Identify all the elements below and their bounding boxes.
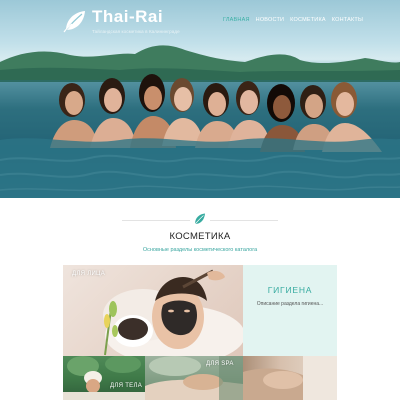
massage-image: [243, 356, 337, 400]
leaf-icon: [63, 11, 85, 33]
category-tile-hygiene[interactable]: ГИГИЕНА Описание раздела гигиена...: [243, 265, 337, 356]
section-subtitle: Основные разделы косметического каталога: [142, 247, 258, 253]
leaf-icon: [194, 213, 205, 225]
nav-item-contacts[interactable]: Контакты: [332, 17, 363, 23]
logo[interactable]: Thai-Rai Тайландская косметика в Калинин…: [62, 8, 180, 35]
nav-item-home[interactable]: Главная: [223, 17, 250, 23]
section-title: КОСМЕТИКА: [169, 231, 231, 242]
face-mask-image: [103, 269, 243, 356]
category-tile-spa[interactable]: ДЛЯ SPA: [145, 356, 243, 400]
category-tile-face[interactable]: ДЛЯ ЛИЦА: [63, 265, 243, 356]
category-title-hygiene: ГИГИЕНА: [267, 285, 313, 295]
site-header: Thai-Rai Тайландская косметика в Калинин…: [0, 0, 400, 44]
category-label-spa: ДЛЯ SPA: [206, 361, 234, 367]
logo-tagline: Тайландская косметика в Калининграде: [92, 29, 180, 34]
category-label-face: ДЛЯ ЛИЦА: [72, 271, 106, 277]
hero-banner: Thai-Rai Тайландская косметика в Калинин…: [0, 0, 400, 198]
main-nav: Главная Новости Косметика Контакты: [223, 17, 363, 23]
divider-right: [210, 220, 278, 221]
section-header: КОСМЕТИКА Основные разделы косметическог…: [0, 208, 400, 256]
divider-left: [122, 220, 190, 221]
category-tile-massage[interactable]: [243, 356, 337, 400]
category-grid: ДЛЯ ЛИЦА ГИГИЕНА Описание раздела гигиен…: [63, 265, 337, 400]
logo-title: Thai-Rai: [92, 7, 164, 26]
body-image: [63, 356, 145, 400]
category-tile-body[interactable]: ДЛЯ ТЕЛА: [63, 356, 145, 400]
nav-item-cosmetics[interactable]: Косметика: [290, 17, 326, 23]
category-label-body: ДЛЯ ТЕЛА: [110, 383, 143, 389]
nav-item-news[interactable]: Новости: [256, 17, 285, 23]
category-description-hygiene: Описание раздела гигиена...: [256, 301, 324, 307]
